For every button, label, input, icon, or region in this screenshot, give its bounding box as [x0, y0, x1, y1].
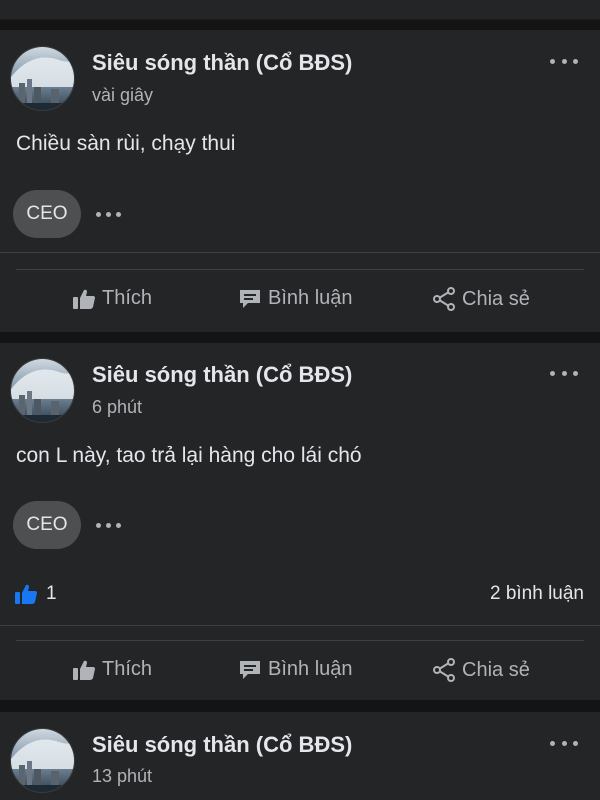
post-content: con L này, tao trả lại hàng cho lái chó [16, 444, 362, 467]
previous-post-edge [0, 0, 600, 20]
more-options-icon[interactable] [548, 51, 580, 71]
post-author-name[interactable]: Siêu sóng thần (Cổ BĐS) [92, 362, 352, 388]
post-card: Siêu sóng thần (Cổ BĐS) 6 phút con L này… [0, 343, 600, 700]
share-button[interactable]: Chia sẻ [432, 658, 530, 682]
avatar[interactable] [10, 358, 75, 423]
more-options-icon[interactable] [96, 521, 121, 529]
like-reaction-icon [15, 584, 37, 604]
like-label: Thích [102, 658, 153, 680]
comment-label: Bình luận [268, 287, 353, 309]
more-options-icon[interactable] [96, 210, 121, 218]
divider [0, 252, 600, 253]
share-icon [433, 658, 455, 682]
avatar[interactable] [10, 46, 75, 111]
post-card: Siêu sóng thần (Cổ BĐS) vài giây Chiều s… [0, 30, 600, 332]
share-label: Chia sẻ [462, 287, 530, 310]
comment-bubble-icon [240, 660, 260, 679]
thumbs-up-icon [73, 660, 95, 680]
comment-bubble-icon [240, 289, 260, 308]
like-label: Thích [102, 287, 153, 309]
like-button[interactable]: Thích [72, 658, 152, 681]
like-button[interactable]: Thích [72, 287, 152, 310]
reaction-summary[interactable]: 1 [14, 583, 57, 605]
post-card: Siêu sóng thần (Cổ BĐS) 13 phút [0, 712, 600, 800]
avatar[interactable] [10, 728, 75, 793]
post-timestamp[interactable]: 13 phút [92, 766, 152, 787]
divider [16, 269, 584, 270]
comment-button[interactable]: Bình luận [238, 287, 353, 310]
divider [16, 640, 584, 641]
more-options-icon[interactable] [548, 363, 580, 383]
like-count: 1 [46, 583, 57, 604]
post-author-name[interactable]: Siêu sóng thần (Cổ BĐS) [92, 732, 352, 758]
share-icon [433, 287, 455, 311]
comment-button[interactable]: Bình luận [238, 658, 353, 681]
comment-label: Bình luận [268, 658, 353, 680]
post-timestamp[interactable]: vài giây [92, 85, 153, 106]
post-author-name[interactable]: Siêu sóng thần (Cổ BĐS) [92, 50, 352, 76]
divider [0, 625, 600, 626]
post-content: Chiều sàn rùi, chạy thui [16, 132, 236, 155]
share-label: Chia sẻ [462, 658, 530, 681]
more-options-icon[interactable] [548, 733, 580, 753]
comment-count-link[interactable]: 2 bình luận [490, 583, 584, 605]
post-timestamp[interactable]: 6 phút [92, 397, 142, 418]
share-button[interactable]: Chia sẻ [432, 287, 530, 311]
ceo-badge[interactable]: CEO [13, 190, 81, 238]
thumbs-up-icon [73, 289, 95, 309]
ceo-badge[interactable]: CEO [13, 501, 81, 549]
